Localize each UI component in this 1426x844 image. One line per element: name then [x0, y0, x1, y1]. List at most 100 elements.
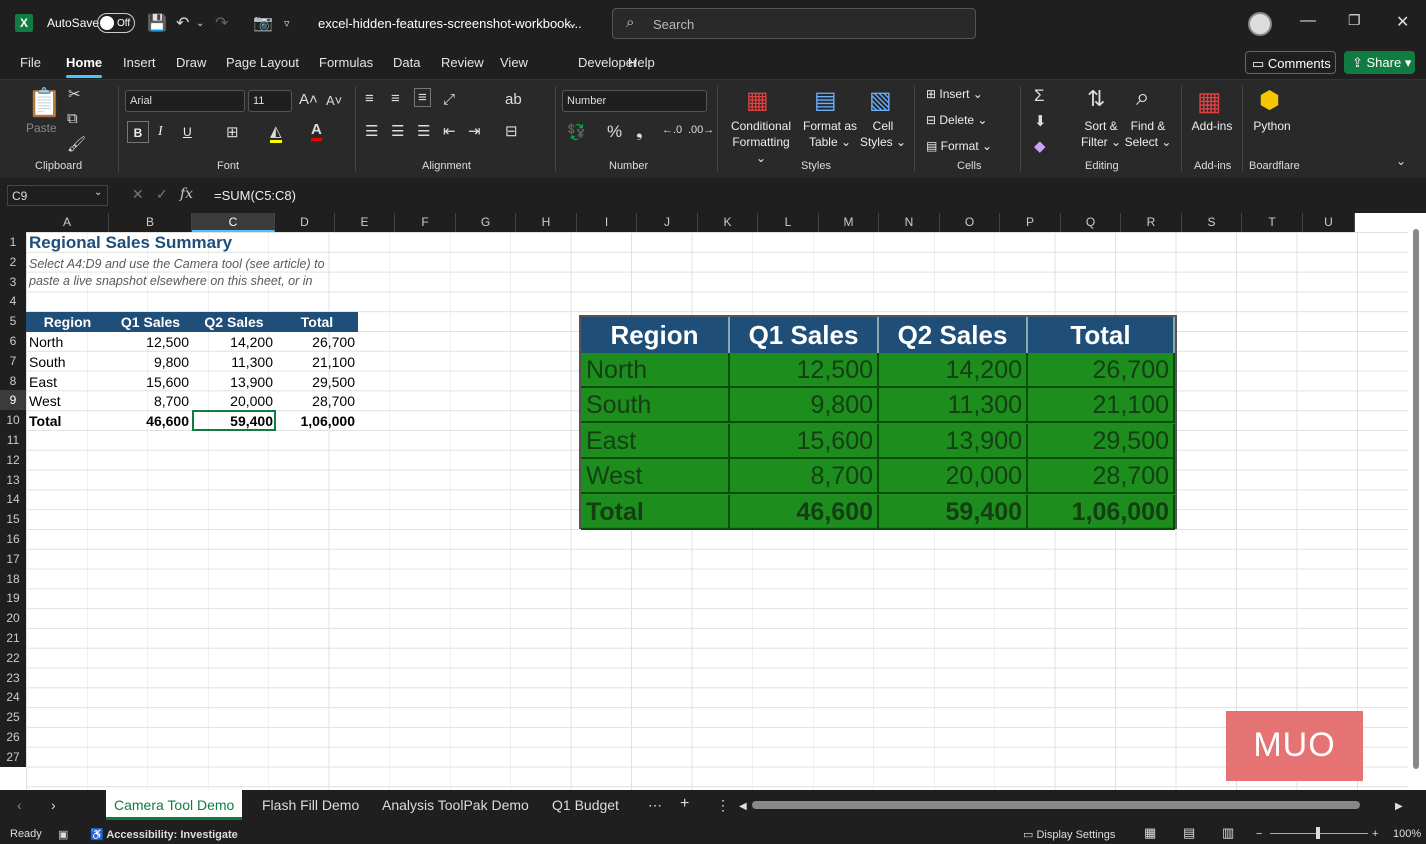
column-header[interactable]: E: [335, 213, 395, 232]
tab-formulas[interactable]: Formulas: [319, 55, 373, 70]
tab-draw[interactable]: Draw: [176, 55, 206, 70]
row-header[interactable]: 5: [0, 311, 26, 332]
tab-home[interactable]: Home: [66, 55, 103, 78]
camera-icon[interactable]: 📷: [253, 13, 273, 33]
table-cell[interactable]: East: [29, 372, 109, 392]
comma-style-icon[interactable]: ❟: [636, 122, 643, 142]
cell-styles-button[interactable]: Cell Styles ⌄: [859, 118, 907, 150]
display-settings-button[interactable]: ▭ Display Settings: [1023, 828, 1115, 841]
selected-cell-c9[interactable]: [192, 410, 276, 431]
font-size-select[interactable]: 11: [248, 90, 292, 112]
row-header[interactable]: 13: [0, 469, 26, 490]
cut-icon[interactable]: ✂: [68, 85, 81, 103]
table-cell[interactable]: 28,700: [276, 391, 358, 411]
column-header[interactable]: T: [1242, 213, 1303, 232]
select-all-corner[interactable]: [0, 213, 26, 232]
align-center-icon[interactable]: ☰: [391, 122, 404, 140]
table-cell[interactable]: 8,700: [109, 391, 192, 411]
format-as-table-button[interactable]: Format as Table ⌄: [800, 118, 860, 150]
row-header[interactable]: 22: [0, 647, 26, 668]
row-header[interactable]: 25: [0, 707, 26, 728]
table-cell[interactable]: 14,200: [192, 332, 276, 352]
find-select-icon[interactable]: ⌕: [1136, 84, 1149, 112]
sort-filter-icon[interactable]: ⇅: [1087, 86, 1105, 112]
tab-data[interactable]: Data: [393, 55, 420, 70]
tab-page-layout[interactable]: Page Layout: [226, 55, 299, 70]
customize-qat-icon[interactable]: ▿: [284, 17, 290, 30]
underline-button[interactable]: U: [183, 124, 192, 140]
name-box[interactable]: C9: [7, 185, 108, 206]
column-header[interactable]: S: [1182, 213, 1242, 232]
tab-q1-budget[interactable]: Q1 Budget: [552, 797, 619, 813]
next-sheet-icon[interactable]: ›: [51, 797, 56, 813]
sort-filter-button[interactable]: Sort & Filter ⌄: [1078, 118, 1124, 150]
row-header[interactable]: 11: [0, 430, 26, 450]
zoom-out-icon[interactable]: −: [1256, 828, 1262, 840]
decrease-font-icon[interactable]: A˅: [326, 93, 342, 108]
python-icon[interactable]: ⬢: [1259, 86, 1280, 115]
column-header[interactable]: H: [516, 213, 577, 232]
row-header[interactable]: 18: [0, 568, 26, 589]
table-cell[interactable]: 21,100: [276, 352, 358, 372]
copy-icon[interactable]: ⧉: [67, 110, 78, 127]
decrease-decimal-icon[interactable]: .00→: [688, 124, 714, 136]
align-right-icon[interactable]: ☰: [417, 122, 430, 140]
tab-view[interactable]: View: [500, 55, 528, 70]
prev-sheet-icon[interactable]: ‹: [17, 797, 22, 813]
undo-icon[interactable]: ↶: [176, 13, 189, 33]
delete-cells-button[interactable]: ⊟ Delete ⌄: [926, 112, 1006, 128]
table-header-cell[interactable]: Q2 Sales: [192, 312, 276, 332]
table-cell[interactable]: North: [29, 332, 109, 352]
row-header[interactable]: 8: [0, 370, 26, 391]
add-ins-button[interactable]: Add-ins: [1186, 118, 1238, 134]
paste-icon[interactable]: 📋: [27, 86, 62, 119]
row-header[interactable]: 14: [0, 489, 26, 510]
row-header[interactable]: 10: [0, 410, 26, 431]
wrap-text-icon[interactable]: ab: [505, 91, 522, 108]
column-header[interactable]: A: [26, 213, 109, 232]
redo-icon[interactable]: ↷: [215, 13, 228, 33]
number-format-select[interactable]: Number: [562, 90, 707, 112]
column-header[interactable]: C: [192, 213, 275, 232]
autosave-toggle[interactable]: Off: [97, 13, 135, 33]
column-header[interactable]: U: [1303, 213, 1355, 232]
table-cell[interactable]: West: [29, 391, 109, 411]
column-header[interactable]: R: [1121, 213, 1182, 232]
format-cells-button[interactable]: ▤ Format ⌄: [926, 138, 1006, 154]
cancel-entry-icon[interactable]: ✕: [132, 186, 144, 203]
accessibility-status[interactable]: ♿ Accessibility: Investigate: [90, 828, 238, 841]
close-icon[interactable]: ✕: [1396, 12, 1409, 32]
zoom-slider-thumb[interactable]: [1316, 827, 1320, 839]
table-cell[interactable]: 26,700: [276, 332, 358, 352]
table-header-cell[interactable]: Region: [26, 312, 109, 332]
add-sheet-icon[interactable]: +: [680, 795, 689, 813]
column-header[interactable]: N: [879, 213, 940, 232]
table-cell[interactable]: 13,900: [192, 372, 276, 392]
row-header[interactable]: 4: [0, 291, 26, 312]
page-break-view-icon[interactable]: ▥: [1222, 825, 1234, 841]
font-name-select[interactable]: Arial: [125, 90, 245, 112]
tab-camera-tool-demo[interactable]: Camera Tool Demo: [106, 790, 243, 820]
row-header[interactable]: 17: [0, 548, 26, 569]
table-cell[interactable]: 1,06,000: [276, 411, 358, 431]
row-header[interactable]: 2: [0, 251, 26, 272]
table-cell[interactable]: 46,600: [109, 411, 192, 431]
italic-button[interactable]: I: [158, 124, 163, 140]
conditional-formatting-icon[interactable]: ▦: [746, 86, 769, 115]
zoom-in-icon[interactable]: +: [1372, 828, 1378, 840]
cell-styles-icon[interactable]: ▧: [869, 86, 892, 115]
share-button[interactable]: ⇪ Share ▾: [1344, 51, 1415, 74]
row-header[interactable]: 19: [0, 588, 26, 609]
column-header[interactable]: M: [819, 213, 879, 232]
row-header[interactable]: 21: [0, 628, 26, 648]
table-cell[interactable]: 15,600: [109, 372, 192, 392]
column-header[interactable]: O: [940, 213, 1000, 232]
table-cell[interactable]: Total: [29, 411, 109, 431]
row-header[interactable]: 3: [0, 271, 26, 292]
column-header[interactable]: K: [698, 213, 758, 232]
column-header[interactable]: I: [577, 213, 637, 232]
search-input[interactable]: ⌕ Search: [612, 8, 976, 39]
table-cell[interactable]: 29,500: [276, 372, 358, 392]
comments-button[interactable]: ▭ Comments: [1245, 51, 1336, 74]
orientation-icon[interactable]: ⤢: [443, 91, 455, 108]
